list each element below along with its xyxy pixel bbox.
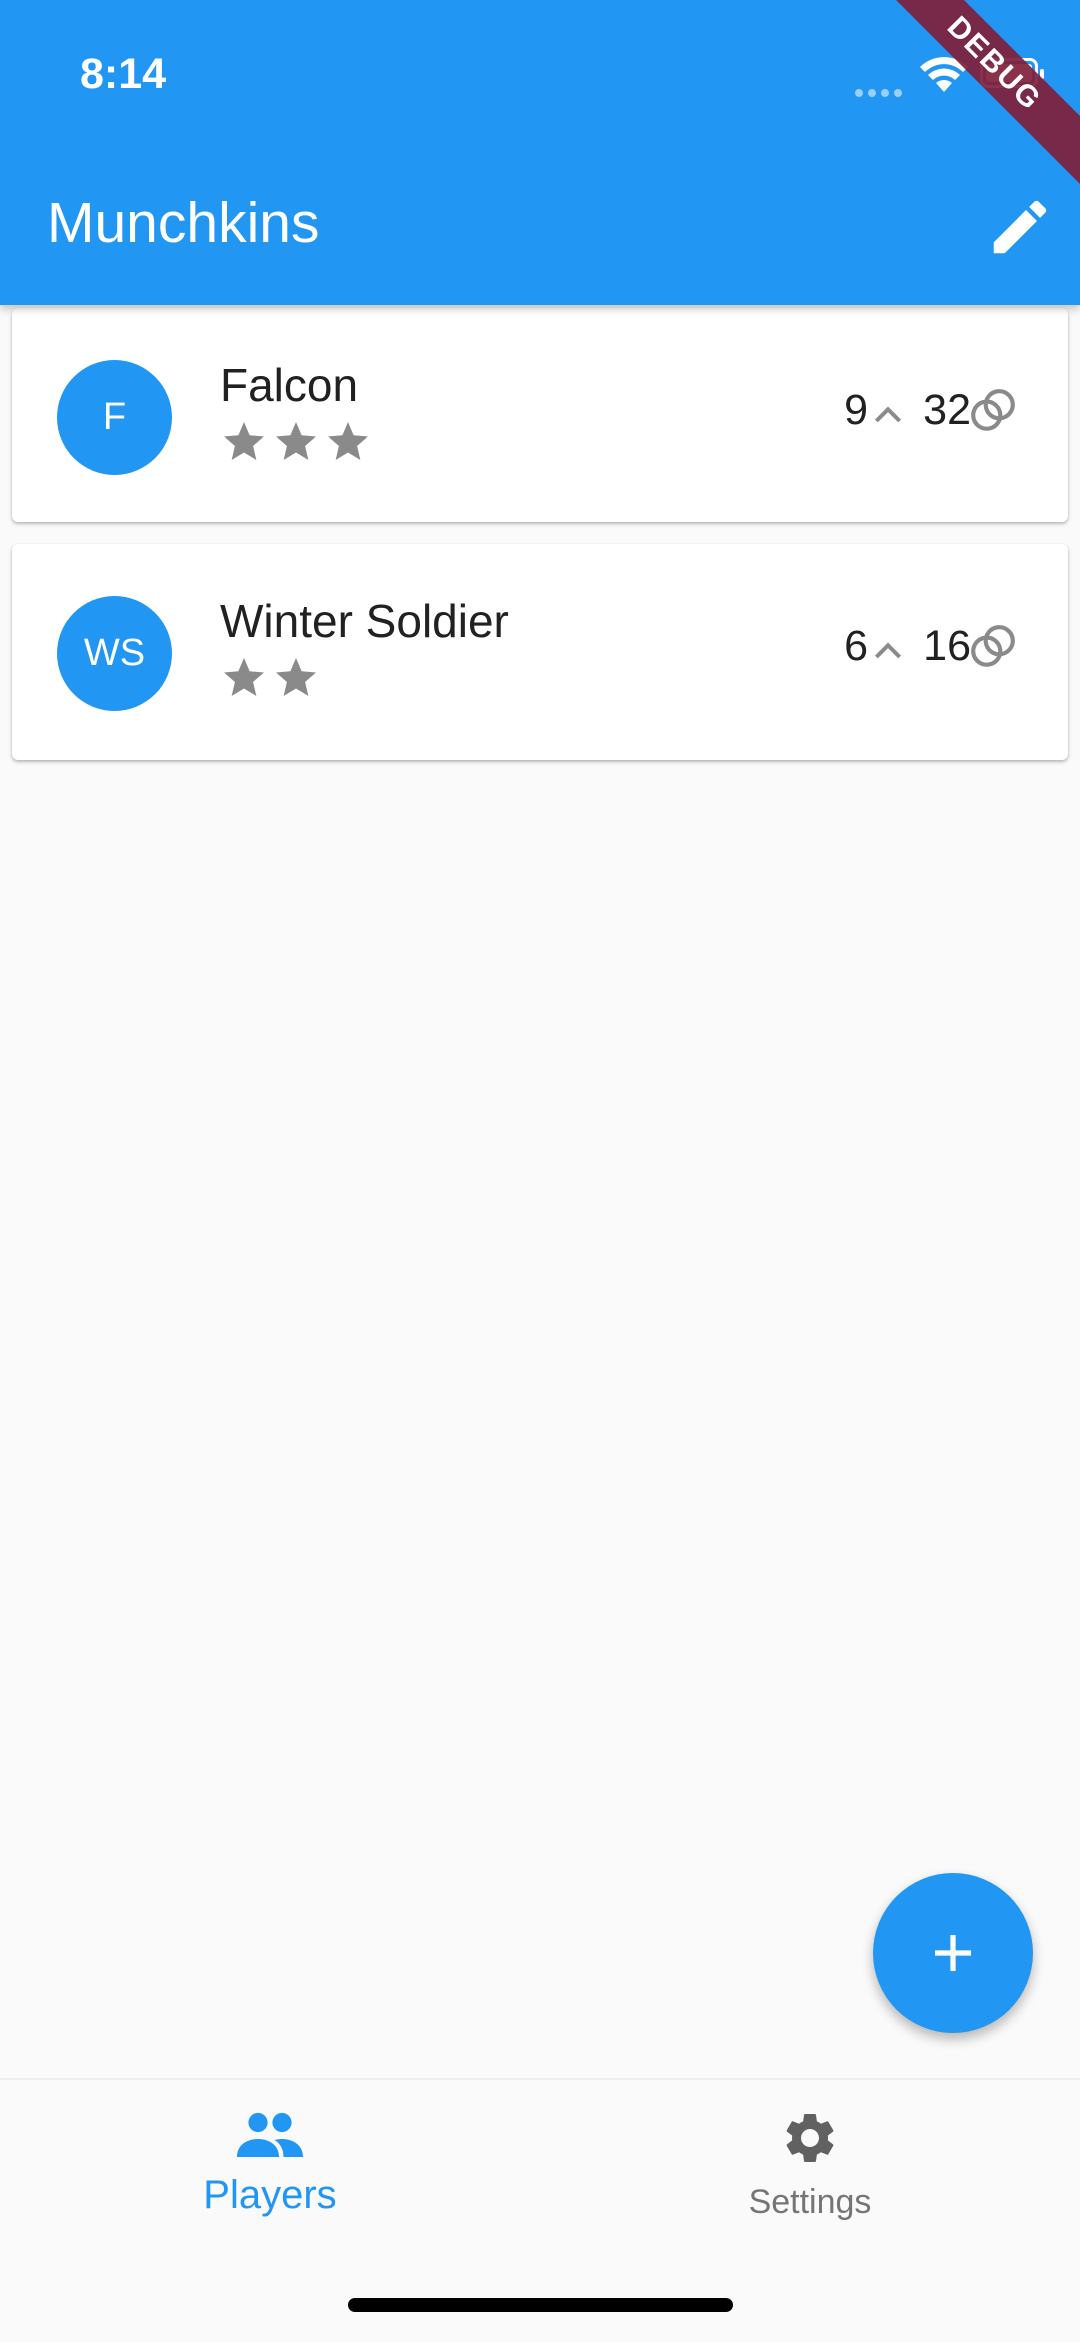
- star-icon: [224, 658, 264, 696]
- coins-icon: [971, 389, 1015, 431]
- nav-item-label: Settings: [748, 2183, 872, 2221]
- chevron-up-icon: [874, 406, 902, 423]
- nav-item-settings[interactable]: Settings: [660, 2108, 960, 2222]
- gold-value: 32: [923, 386, 971, 434]
- app-bar: 8:14 Munchkins: [0, 0, 1080, 305]
- coins-icon: [971, 625, 1015, 667]
- home-indicator: [348, 2298, 733, 2312]
- player-name: Winter Soldier: [220, 595, 509, 647]
- cellular-signal-icon: [855, 84, 907, 102]
- page-title: Munchkins: [47, 191, 320, 255]
- player-card[interactable]: F Falcon 9 32: [12, 308, 1068, 522]
- star-icon: [276, 658, 316, 696]
- avatar: F: [57, 360, 172, 475]
- player-stars: [220, 654, 320, 702]
- avatar: WS: [57, 596, 172, 711]
- gold-value: 16: [923, 622, 971, 670]
- add-player-button[interactable]: [873, 1873, 1033, 2033]
- star-icon: [276, 422, 316, 460]
- people-icon: [237, 2112, 303, 2157]
- nav-item-label: Players: [203, 2173, 337, 2217]
- player-list: F Falcon 9 32 WS Winter Soldier 6 16: [12, 308, 1068, 782]
- chevron-up-icon: [874, 642, 902, 659]
- status-time: 8:14: [80, 50, 167, 98]
- player-card[interactable]: WS Winter Soldier 6 16: [12, 544, 1068, 760]
- player-name: Falcon: [220, 359, 359, 411]
- nav-item-players[interactable]: Players: [120, 2108, 420, 2218]
- player-stars: [220, 418, 372, 466]
- level-value: 6: [844, 622, 868, 670]
- plus-icon: [935, 1935, 971, 1971]
- edit-icon[interactable]: [985, 192, 1055, 262]
- gear-icon: [786, 2114, 834, 2162]
- star-icon: [328, 422, 368, 460]
- star-icon: [224, 422, 264, 460]
- level-value: 9: [844, 386, 868, 434]
